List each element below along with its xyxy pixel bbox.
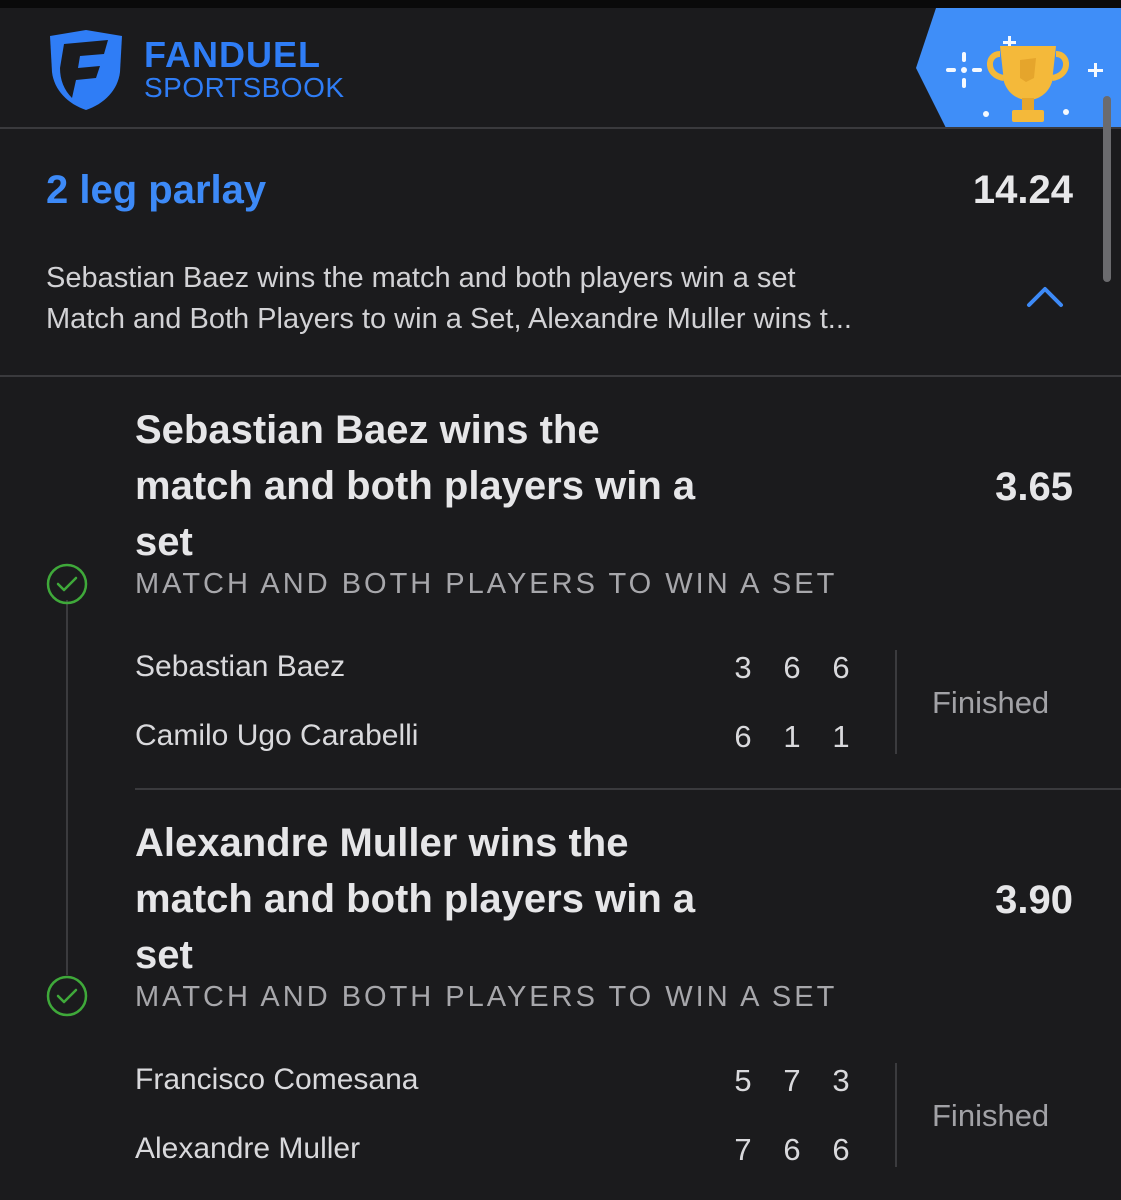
trophy-promo-icon[interactable] [916, 8, 1121, 128]
summary-divider [0, 375, 1121, 377]
set-score: 3 [832, 1063, 850, 1098]
score-divider [895, 1063, 897, 1167]
fanduel-logo-icon [50, 30, 122, 110]
status-strip [0, 0, 1121, 8]
set-score: 5 [734, 1063, 752, 1098]
match-status: Finished [932, 1098, 1050, 1133]
set-score: 7 [783, 1063, 801, 1098]
leg-market: MATCH AND BOTH PLAYERS TO WIN A SET [135, 981, 838, 1013]
parlay-title: 2 leg parlay [46, 168, 267, 212]
set-score: 1 [832, 719, 850, 754]
set-score: 6 [734, 719, 752, 754]
set-score: 3 [734, 650, 752, 685]
leg-odds: 3.65 [995, 465, 1073, 509]
player-name: Francisco Comesana [135, 1063, 419, 1096]
brand-name: FANDUEL [144, 34, 321, 75]
chevron-up-icon[interactable] [1026, 284, 1064, 308]
match-status: Finished [932, 685, 1050, 720]
leg-title-line: match and both players win a [135, 877, 696, 921]
parlay-description-line: Match and Both Players to win a Set, Ale… [46, 303, 852, 335]
leg-title-line: Sebastian Baez wins the [135, 408, 600, 452]
leg-title: Alexandre Muller wins the match and both… [135, 815, 795, 983]
set-score: 7 [734, 1132, 752, 1167]
scrollbar[interactable] [1103, 96, 1111, 282]
parlay-description-line: Sebastian Baez wins the match and both p… [46, 262, 796, 294]
leg-divider [135, 788, 1121, 790]
leg-title-line: Alexandre Muller wins the [135, 821, 629, 865]
set-score: 6 [832, 1132, 850, 1167]
leg-title-line: set [135, 520, 193, 564]
set-score: 1 [783, 719, 801, 754]
brand-subtitle: SPORTSBOOK [144, 72, 345, 103]
leg-title-line: set [135, 933, 193, 977]
leg-market: MATCH AND BOTH PLAYERS TO WIN A SET [135, 568, 838, 600]
check-circle-icon [46, 563, 88, 605]
score-divider [895, 650, 897, 754]
parlay-odds: 14.24 [972, 168, 1073, 212]
leg-odds: 3.90 [995, 878, 1073, 922]
app-header: FANDUEL SPORTSBOOK [0, 8, 1121, 128]
player-name: Sebastian Baez [135, 650, 346, 683]
set-score: 6 [832, 650, 850, 685]
leg-timeline-line [66, 600, 68, 975]
check-circle-icon [46, 975, 88, 1017]
set-score: 6 [783, 650, 801, 685]
leg-title-line: match and both players win a [135, 464, 696, 508]
header-divider [0, 127, 1121, 129]
parlay-description: Sebastian Baez wins the match and both p… [46, 258, 1006, 340]
player-name: Alexandre Muller [135, 1132, 361, 1165]
leg-title: Sebastian Baez wins the match and both p… [135, 402, 795, 570]
set-score: 6 [783, 1132, 801, 1167]
player-name: Camilo Ugo Carabelli [135, 719, 419, 752]
